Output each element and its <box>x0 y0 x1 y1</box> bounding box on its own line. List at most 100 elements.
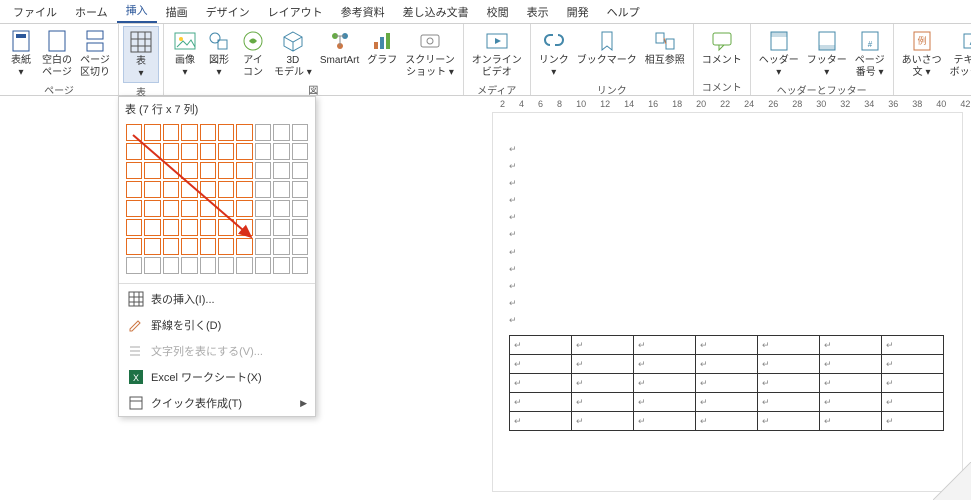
ribbon-btn-3d[interactable]: 3D モデル ▾ <box>270 26 316 81</box>
grid-picker-cell[interactable] <box>200 124 216 141</box>
table-cell[interactable]: ↵ <box>882 336 944 355</box>
grid-picker-cell[interactable] <box>144 200 160 217</box>
grid-picker-cell[interactable] <box>292 124 308 141</box>
grid-picker-cell[interactable] <box>200 257 216 274</box>
tab-0[interactable]: ファイル <box>4 1 66 23</box>
grid-picker-cell[interactable] <box>236 124 252 141</box>
grid-picker-cell[interactable] <box>126 181 142 198</box>
grid-picker-cell[interactable] <box>163 238 179 255</box>
table-cell[interactable]: ↵ <box>882 374 944 393</box>
grid-picker-cell[interactable] <box>236 200 252 217</box>
grid-picker-cell[interactable] <box>236 143 252 160</box>
tab-7[interactable]: 差し込み文書 <box>394 1 478 23</box>
grid-picker-cell[interactable] <box>181 219 197 236</box>
grid-picker-cell[interactable] <box>292 200 308 217</box>
grid-picker-cell[interactable] <box>292 219 308 236</box>
grid-picker-cell[interactable] <box>144 219 160 236</box>
grid-picker-cell[interactable] <box>292 181 308 198</box>
table-cell[interactable]: ↵ <box>510 355 572 374</box>
grid-picker-cell[interactable] <box>255 162 271 179</box>
table-cell[interactable]: ↵ <box>634 336 696 355</box>
table-cell[interactable]: ↵ <box>820 374 882 393</box>
grid-picker-cell[interactable] <box>144 181 160 198</box>
inserted-table[interactable]: ↵↵↵↵↵↵↵↵↵↵↵↵↵↵↵↵↵↵↵↵↵↵↵↵↵↵↵↵↵↵↵↵↵↵↵ <box>509 335 944 431</box>
ribbon-btn-shapes[interactable]: 図形 ▾ <box>202 26 236 81</box>
tab-5[interactable]: レイアウト <box>259 1 332 23</box>
grid-picker-cell[interactable] <box>273 181 289 198</box>
grid-picker-cell[interactable] <box>292 238 308 255</box>
ribbon-btn-header[interactable]: ヘッダー ▾ <box>755 26 803 81</box>
ribbon-btn-video[interactable]: オンライン ビデオ <box>468 26 526 81</box>
table-cell[interactable]: ↵ <box>634 355 696 374</box>
table-cell[interactable]: ↵ <box>634 412 696 431</box>
grid-picker-cell[interactable] <box>218 238 234 255</box>
grid-picker-cell[interactable] <box>163 200 179 217</box>
ribbon-btn-bookmark[interactable]: ブックマーク <box>573 26 641 69</box>
table-cell[interactable]: ↵ <box>882 412 944 431</box>
menu-item-1[interactable]: 罫線を引く(D) <box>119 312 315 338</box>
grid-picker-cell[interactable] <box>292 162 308 179</box>
grid-picker-cell[interactable] <box>218 181 234 198</box>
grid-picker-cell[interactable] <box>236 257 252 274</box>
grid-picker-cell[interactable] <box>163 257 179 274</box>
grid-picker-cell[interactable] <box>126 124 142 141</box>
grid-picker-cell[interactable] <box>218 257 234 274</box>
grid-picker-cell[interactable] <box>292 143 308 160</box>
grid-picker-cell[interactable] <box>255 238 271 255</box>
table-cell[interactable]: ↵ <box>696 336 758 355</box>
ribbon-btn-smartart[interactable]: SmartArt <box>316 26 363 69</box>
table-cell[interactable]: ↵ <box>820 393 882 412</box>
table-cell[interactable]: ↵ <box>510 374 572 393</box>
grid-picker-cell[interactable] <box>144 162 160 179</box>
grid-picker-cell[interactable] <box>273 124 289 141</box>
grid-picker-cell[interactable] <box>236 219 252 236</box>
grid-picker-cell[interactable] <box>126 162 142 179</box>
table-cell[interactable]: ↵ <box>510 412 572 431</box>
grid-picker-cell[interactable] <box>181 162 197 179</box>
menu-item-4[interactable]: クイック表作成(T)▶ <box>119 390 315 416</box>
grid-picker-cell[interactable] <box>236 238 252 255</box>
grid-picker-cell[interactable] <box>255 219 271 236</box>
table-cell[interactable]: ↵ <box>758 336 820 355</box>
tab-1[interactable]: ホーム <box>66 1 117 23</box>
grid-picker-cell[interactable] <box>163 219 179 236</box>
table-cell[interactable]: ↵ <box>572 336 634 355</box>
tab-2[interactable]: 挿入 <box>117 0 157 23</box>
ribbon-btn-screenshot[interactable]: スクリーン ショット ▾ <box>401 26 459 81</box>
ribbon-btn-footer[interactable]: フッター ▾ <box>803 26 851 81</box>
table-cell[interactable]: ↵ <box>696 412 758 431</box>
grid-picker-cell[interactable] <box>126 200 142 217</box>
grid-picker-cell[interactable] <box>181 238 197 255</box>
grid-picker-cell[interactable] <box>126 143 142 160</box>
grid-picker-cell[interactable] <box>273 143 289 160</box>
grid-picker-cell[interactable] <box>144 124 160 141</box>
grid-picker-cell[interactable] <box>273 238 289 255</box>
grid-picker-cell[interactable] <box>181 124 197 141</box>
tab-3[interactable]: 描画 <box>157 1 197 23</box>
grid-picker-cell[interactable] <box>181 200 197 217</box>
table-cell[interactable]: ↵ <box>634 374 696 393</box>
ribbon-btn-textbox[interactable]: Aテキスト ボックス ▾ <box>946 26 971 81</box>
ribbon-btn-image[interactable]: 画像 ▾ <box>168 26 202 81</box>
table-cell[interactable]: ↵ <box>634 393 696 412</box>
grid-picker-cell[interactable] <box>181 257 197 274</box>
grid-picker-cell[interactable] <box>200 200 216 217</box>
grid-picker-cell[interactable] <box>200 238 216 255</box>
menu-item-3[interactable]: XExcel ワークシート(X) <box>119 364 315 390</box>
tab-9[interactable]: 表示 <box>518 1 558 23</box>
grid-picker-cell[interactable] <box>181 143 197 160</box>
grid-picker-cell[interactable] <box>200 181 216 198</box>
ribbon-btn-comment[interactable]: コメント <box>698 26 746 69</box>
table-cell[interactable]: ↵ <box>882 393 944 412</box>
ribbon-btn-link[interactable]: リンク ▾ <box>535 26 573 81</box>
table-size-grid[interactable] <box>119 121 315 281</box>
grid-picker-cell[interactable] <box>181 181 197 198</box>
grid-picker-cell[interactable] <box>273 200 289 217</box>
grid-picker-cell[interactable] <box>273 219 289 236</box>
grid-picker-cell[interactable] <box>236 162 252 179</box>
ribbon-btn-blank[interactable]: 空白の ページ <box>38 26 76 81</box>
menu-item-0[interactable]: 表の挿入(I)... <box>119 286 315 312</box>
table-cell[interactable]: ↵ <box>696 374 758 393</box>
grid-picker-cell[interactable] <box>218 124 234 141</box>
grid-picker-cell[interactable] <box>218 162 234 179</box>
